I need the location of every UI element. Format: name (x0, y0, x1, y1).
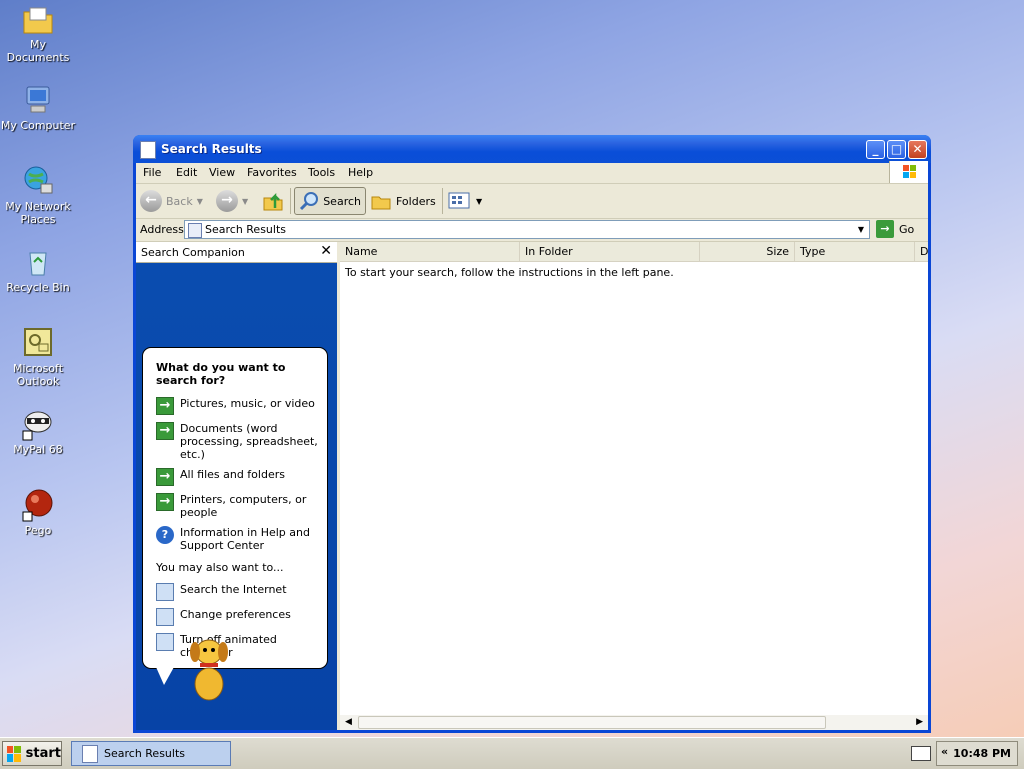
preferences-icon (156, 608, 174, 626)
views-icon (448, 192, 470, 209)
window-title: Search Results (161, 142, 262, 156)
folder-icon (21, 2, 55, 36)
address-label: Address (140, 223, 184, 236)
column-size[interactable]: Size (700, 242, 795, 261)
up-folder-button[interactable] (262, 187, 284, 215)
option-all-files-folders[interactable]: → All files and folders (156, 468, 322, 486)
desktop-icon-microsoft-outlook[interactable]: Microsoft Outlook (0, 326, 76, 388)
minimize-button[interactable]: _ (866, 140, 885, 159)
internet-search-icon (156, 583, 174, 601)
desktop-icon-my-network-places[interactable]: My Network Places (0, 164, 76, 226)
show-hidden-icons-icon[interactable]: « (941, 745, 948, 758)
search-results-window: Search Results _ □ ✕ File Edit View Favo… (133, 135, 931, 733)
results-list: Name In Folder Size Type D To start your… (340, 242, 928, 730)
desktop-icon-my-documents[interactable]: My Documents (0, 2, 76, 64)
windows-logo-icon (889, 161, 928, 183)
column-header: Name In Folder Size Type D (340, 242, 928, 262)
back-button[interactable]: ← Back ▼ (140, 187, 203, 215)
menu-edit[interactable]: Edit (176, 166, 197, 179)
clock[interactable]: 10:48 PM (953, 747, 1011, 760)
standard-toolbar: ← Back ▼ → ▼ Search Folders ▼ (136, 184, 928, 219)
option-change-preferences[interactable]: Change preferences (156, 608, 322, 626)
close-pane-icon[interactable]: ✕ (320, 243, 332, 259)
windows-flag-icon (7, 745, 21, 762)
maximize-button[interactable]: □ (887, 140, 906, 159)
outlook-icon (21, 326, 55, 360)
document-search-icon (82, 744, 98, 763)
character-icon (156, 633, 174, 651)
search-icon (299, 192, 318, 211)
scroll-left-icon[interactable]: ◀ (345, 715, 352, 730)
up-folder-icon (263, 192, 283, 211)
recycle-bin-icon (21, 245, 55, 279)
column-in-folder[interactable]: In Folder (520, 242, 700, 261)
menu-favorites[interactable]: Favorites (247, 166, 297, 179)
green-arrow-icon: → (156, 468, 174, 486)
desktop-icon-recycle-bin[interactable]: Recycle Bin (0, 245, 76, 294)
pego-icon (21, 488, 55, 522)
menu-file[interactable]: File (143, 166, 161, 179)
green-arrow-icon: → (156, 422, 174, 440)
address-bar: Address Search Results ▼ → Go (136, 219, 928, 242)
desktop-icon-mypal-68[interactable]: MyPal 68 (0, 407, 76, 456)
close-button[interactable]: ✕ (908, 140, 927, 159)
taskbar-item-search-results[interactable]: Search Results (71, 741, 231, 766)
search-bubble: What do you want to search for? → Pictur… (142, 347, 328, 669)
menu-view[interactable]: View (209, 166, 235, 179)
green-arrow-icon: → (156, 493, 174, 511)
column-type[interactable]: Type (795, 242, 915, 261)
search-dog-icon[interactable] (186, 632, 232, 704)
scroll-right-icon[interactable]: ▶ (916, 715, 923, 730)
keyboard-icon[interactable] (911, 746, 931, 761)
option-help-support[interactable]: ? Information in Help and Support Center (156, 526, 322, 552)
system-tray: « 10:48 PM (936, 741, 1018, 766)
folders-button[interactable]: Folders (370, 187, 436, 215)
column-date[interactable]: D (915, 242, 928, 261)
document-search-icon (140, 141, 156, 159)
menu-bar: File Edit View Favorites Tools Help (136, 161, 928, 184)
search-heading: What do you want to search for? (156, 361, 286, 387)
chevron-down-icon: ▼ (196, 196, 203, 206)
chevron-down-icon: ▼ (476, 196, 483, 206)
forward-button[interactable]: → ▼ (216, 187, 248, 215)
address-field[interactable]: Search Results ▼ (184, 220, 870, 239)
also-label: You may also want to... (156, 561, 284, 574)
option-turn-off-character[interactable]: Turn off animated character (156, 633, 322, 659)
green-arrow-icon: → (156, 397, 174, 415)
bubble-tail (156, 667, 174, 685)
search-button[interactable]: Search (294, 187, 366, 215)
scroll-thumb[interactable] (358, 716, 826, 729)
raccoon-icon (21, 407, 55, 441)
title-bar[interactable]: Search Results _ □ ✕ (133, 135, 931, 163)
empty-results-message: To start your search, follow the instruc… (345, 266, 674, 279)
desktop-icon-pego[interactable]: Pego (0, 488, 76, 537)
pane-title: Search Companion (141, 246, 245, 259)
window-client: File Edit View Favorites Tools Help ← Ba… (136, 161, 928, 730)
option-search-internet[interactable]: Search the Internet (156, 583, 322, 601)
menu-tools[interactable]: Tools (308, 166, 335, 179)
views-button[interactable]: ▼ (448, 187, 482, 215)
network-globe-icon (21, 164, 55, 198)
back-arrow-icon: ← (140, 190, 162, 212)
start-button[interactable]: start (2, 741, 62, 766)
folders-icon (371, 196, 391, 210)
go-arrow-icon: → (876, 220, 894, 238)
column-name[interactable]: Name (340, 242, 520, 261)
taskbar: start Search Results « 10:48 PM (0, 737, 1024, 769)
option-pictures-music-video[interactable]: → Pictures, music, or video (156, 397, 322, 415)
horizontal-scrollbar[interactable]: ◀ ▶ (340, 715, 928, 730)
desktop-icon-my-computer[interactable]: My Computer (0, 83, 76, 132)
menu-help[interactable]: Help (348, 166, 373, 179)
computer-icon (21, 83, 55, 117)
chevron-down-icon: ▼ (242, 196, 249, 206)
help-icon: ? (156, 526, 174, 544)
option-documents[interactable]: → Documents (word processing, spreadshee… (156, 422, 322, 461)
go-button[interactable]: → Go (876, 220, 914, 238)
chevron-down-icon[interactable]: ▼ (853, 221, 869, 238)
search-companion-pane: Search Companion ✕ What do you want to s… (136, 242, 337, 730)
pane-header: Search Companion ✕ (136, 242, 337, 263)
option-printers-computers-people[interactable]: → Printers, computers, or people (156, 493, 322, 519)
document-search-icon (188, 223, 202, 238)
forward-arrow-icon: → (216, 190, 238, 212)
